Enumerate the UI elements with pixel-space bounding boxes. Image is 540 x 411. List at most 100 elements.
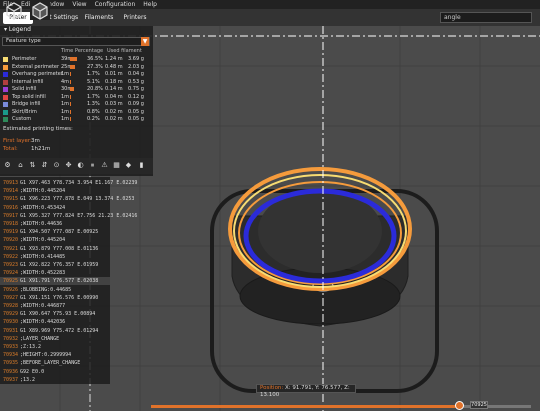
total-label: Total: xyxy=(3,146,18,152)
gcode-line-text: ;BLOBBING:0.44685 xyxy=(20,286,72,293)
gcode-viewer[interactable]: 70913 G1 X97.463 Y78.734 3.954 E1.167 E.0… xyxy=(0,177,137,384)
custom-gcode-icon[interactable]: ⚠ xyxy=(100,161,109,170)
legend-swatch xyxy=(3,94,8,100)
legend-row[interactable]: Overhang perimeter 1m 1.7% 0.01 m 0.04 g xyxy=(0,71,153,78)
legend-weight: 0.09 g xyxy=(128,101,144,107)
gcode-line-text: ;LAYER_CHANGE xyxy=(20,335,60,342)
legend-row[interactable]: Custom 1m 0.2% 0.02 m 0.05 g xyxy=(0,116,153,123)
gcode-line[interactable]: 70924 ;WIDTH:0.452283 xyxy=(0,269,110,277)
legend-percentage: 0.8% xyxy=(87,108,100,115)
feature-type-select[interactable]: Feature type ▼ xyxy=(2,37,150,46)
dropdown-icon[interactable]: ▼ xyxy=(141,37,149,46)
legend-row[interactable]: External perimeter 25m 27.3% 0.48 m 2.03 g xyxy=(0,64,153,71)
gcode-line[interactable]: 70919 G1 X94.507 Y77.087 E.00925 xyxy=(0,228,110,236)
legend-header[interactable]: ▾ Legend xyxy=(0,26,153,34)
travel-icon[interactable]: ⚙ xyxy=(3,161,12,170)
gcode-line[interactable]: 70934 ;HEIGHT:0.2999994 xyxy=(0,351,110,359)
gcode-line[interactable]: 70918 ;WIDTH:0.44636 xyxy=(0,220,110,228)
gcode-line-number: 70921 xyxy=(3,245,19,252)
gcode-line-number: 70930 xyxy=(3,319,19,326)
horizontal-slider-thumb[interactable] xyxy=(454,401,464,410)
deretraction-icon[interactable]: ⇵ xyxy=(40,161,49,170)
search-input[interactable]: angle xyxy=(440,12,532,23)
gcode-line-text: ;Z:13.2 xyxy=(20,344,42,350)
legend-row[interactable]: Internal infill 4m 5.1% 0.18 m 0.53 g xyxy=(0,79,153,86)
position-label: Position: xyxy=(260,385,284,391)
seams-icon[interactable]: ⊙ xyxy=(52,161,61,170)
gcode-line[interactable]: 70923 G1 X92.822 Y76.357 E.01959 xyxy=(0,261,110,269)
gcode-line[interactable]: 70931 G1 X89.969 Y75.472 E.01294 xyxy=(0,327,110,335)
gcode-line-number: 70916 xyxy=(3,204,19,211)
layers-view-icon[interactable] xyxy=(30,0,50,20)
color-change-icon[interactable]: ◐ xyxy=(76,161,85,170)
legend-panel: ▾ Legend Feature type ▼ Time Percentage … xyxy=(0,26,153,176)
gcode-line-number: 70934 xyxy=(3,352,19,359)
gcode-line[interactable]: 70916 ;WIDTH:0.453424 xyxy=(0,204,110,212)
col-used: Used filament xyxy=(107,48,142,54)
menu-view[interactable]: View xyxy=(72,1,86,8)
view-cube-icon[interactable] xyxy=(4,0,24,20)
legend-row[interactable]: Bridge infill 1m 1.3% 0.03 m 0.09 g xyxy=(0,101,153,108)
gcode-line-text: ;HEIGHT:0.2999994 xyxy=(20,352,72,359)
gcode-line-number: 70931 xyxy=(3,327,19,334)
gcode-line[interactable]: 70913 G1 X97.463 Y78.734 3.954 E1.167 E.0… xyxy=(0,179,137,187)
gcode-line[interactable]: 70929 G1 X90.647 Y75.93 E.00894 xyxy=(0,310,110,318)
menu-help[interactable]: Help xyxy=(143,1,157,8)
wipe-icon[interactable]: ⌂ xyxy=(16,161,25,170)
gcode-line[interactable]: 70937 ;13.2 xyxy=(0,376,110,384)
gcode-line[interactable]: 70936 G92 E0.0 xyxy=(0,368,110,376)
menu-bar: File Edit Window View Configuration Help xyxy=(0,0,540,9)
gcode-line[interactable]: 70917 G1 X95.327 Y77.824 E7.756 21.23 E.0… xyxy=(0,212,137,220)
gcode-line[interactable]: 70915 G1 X96.223 Y77.878 E.049 13.374 E.0… xyxy=(0,195,134,203)
gcode-line-text: ;WIDTH:0.442036 xyxy=(20,319,66,326)
gcode-line[interactable]: 70922 ;WIDTH:0.414485 xyxy=(0,253,110,261)
tab-filaments[interactable]: Filaments xyxy=(84,12,114,24)
legend-row[interactable]: Skirt/Brim 1m 0.8% 0.02 m 0.05 g xyxy=(0,109,153,116)
tab-printers[interactable]: Printers xyxy=(122,12,148,24)
gcode-line[interactable]: 70921 G1 X93.879 Y77.008 E.01136 xyxy=(0,245,110,253)
gcode-line[interactable]: 70935 ;BEFORE_LAYER_CHANGE xyxy=(0,359,110,367)
legend-percentage-bar xyxy=(70,94,71,99)
gcode-line-text: G1 X91.791 Y76.577 E.02038 xyxy=(20,278,99,285)
legend-row[interactable]: Top solid infill 1m 1.7% 0.04 m 0.12 g xyxy=(0,94,153,101)
legend-toggle-icon[interactable]: ▮ xyxy=(137,161,146,170)
gcode-line[interactable]: 70925 G1 X91.791 Y76.577 E.02038 xyxy=(0,277,110,286)
pause-icon[interactable]: ⏸ xyxy=(88,161,97,170)
gcode-line[interactable]: 70933 ;Z:13.2 xyxy=(0,343,110,351)
gcode-line[interactable]: 70926 ;BLOBBING:0.44685 xyxy=(0,286,110,294)
gcode-line[interactable]: 70927 G1 X91.151 Y76.576 E.00990 xyxy=(0,294,110,302)
legend-row[interactable]: Solid infill 30m 20.8% 0.14 m 0.75 g xyxy=(0,86,153,93)
tool-change-icon[interactable]: ✥ xyxy=(64,161,73,170)
retraction-icon[interactable]: ⇅ xyxy=(28,161,37,170)
gcode-line-text: G1 X94.507 Y77.087 E.00925 xyxy=(20,229,99,236)
gcode-line[interactable]: 70930 ;WIDTH:0.442036 xyxy=(0,318,110,326)
gcode-line-number: 70914 xyxy=(3,188,19,195)
gcode-line-text: G1 X93.879 Y77.008 E.01136 xyxy=(20,245,99,252)
gcode-line[interactable]: 70914 ;WIDTH:0.445204 xyxy=(0,187,110,195)
legend-row[interactable]: Perimeter 39m 36.5% 1.24 m 3.69 g xyxy=(0,56,153,63)
gcode-line-number: 70917 xyxy=(3,212,19,219)
legend-weight: 0.53 g xyxy=(128,78,144,85)
legend-percentage-bar xyxy=(70,64,76,69)
tool-marker-icon[interactable]: ◆ xyxy=(124,161,133,170)
gcode-line-text: ;WIDTH:0.445204 xyxy=(20,237,66,244)
gcode-line[interactable]: 70928 ;WIDTH:0.446877 xyxy=(0,302,110,310)
shells-icon[interactable]: ▦ xyxy=(112,161,121,170)
legend-percentage: 1.7% xyxy=(87,71,100,77)
legend-swatch xyxy=(3,87,8,92)
legend-percentage-bar xyxy=(70,57,78,61)
first-layer-label: First layer: xyxy=(3,138,32,144)
gcode-line-text: ;WIDTH:0.44636 xyxy=(20,221,63,227)
gcode-line-text: ;WIDTH:0.452283 xyxy=(20,270,66,277)
view-toolbar: ⚙ ⌂ ⇅ ⇵ ⊙ ✥ ◐ ⏸ ⚠ ▦ ◆ ▮ xyxy=(0,158,153,174)
gcode-line[interactable]: 70920 ;WIDTH:0.445204 xyxy=(0,236,110,244)
legend-weight: 0.05 g xyxy=(128,116,144,122)
estimated-title-text: Estimated printing times: xyxy=(3,126,73,132)
legend-length: 0.01 m xyxy=(105,71,123,77)
legend-feature-name: Top solid infill xyxy=(12,93,46,100)
legend-swatch xyxy=(3,79,8,85)
legend-percentage: 27.3% xyxy=(87,63,103,70)
menu-configuration[interactable]: Configuration xyxy=(95,1,136,8)
legend-swatch xyxy=(3,117,8,122)
gcode-line[interactable]: 70932 ;LAYER_CHANGE xyxy=(0,335,110,343)
